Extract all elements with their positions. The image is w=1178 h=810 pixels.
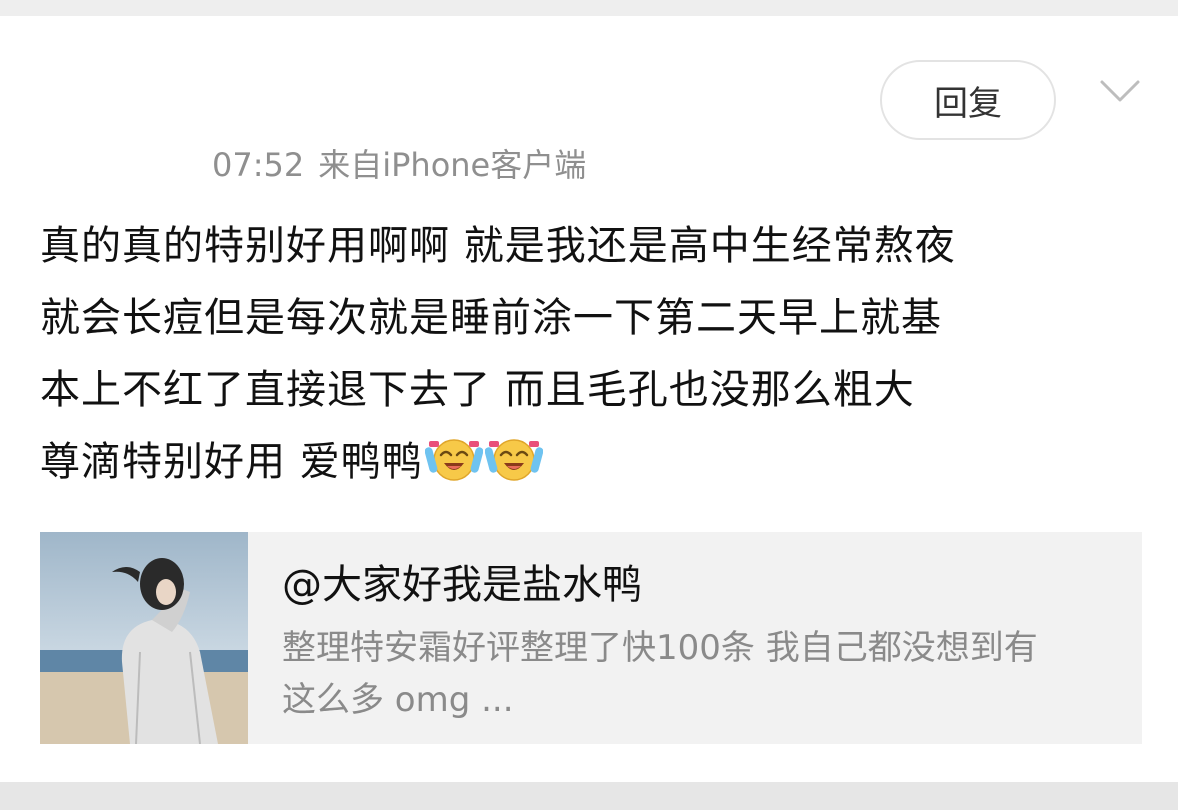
laugh-cry-emoji-icon (424, 439, 483, 481)
bottom-strip (0, 782, 1178, 810)
post-meta: 07:52 来自iPhone客户端 (212, 140, 712, 190)
comment-line: 本上不红了直接退下去了 而且毛孔也没那么粗大 (40, 367, 915, 413)
quoted-username[interactable]: @大家好我是盐水鸭 (282, 552, 642, 610)
quoted-snippet-line: 整理特安霜好评整理了快100条 我自己都没想到有 (282, 628, 1038, 668)
comment-line: 就会长痘但是每次就是睡前涂一下第二天早上就基 (40, 295, 942, 341)
quoted-snippet: 整理特安霜好评整理了快100条 我自己都没想到有 这么多 omg ... (282, 622, 1122, 726)
quoted-post-card[interactable]: @大家好我是盐水鸭 整理特安霜好评整理了快100条 我自己都没想到有 这么多 o… (40, 532, 1142, 744)
reply-button[interactable]: 回复 (880, 60, 1056, 140)
laugh-cry-emoji-icon (484, 439, 543, 481)
post-source: 来自iPhone客户端 (318, 146, 587, 184)
comment-body: 真的真的特别好用啊啊 就是我还是高中生经常熬夜 就会长痘但是每次就是睡前涂一下第… (40, 210, 1140, 498)
chevron-down-icon[interactable] (1098, 72, 1142, 108)
quoted-snippet-line: 这么多 omg ... (282, 680, 514, 720)
post-time: 07:52 (212, 146, 305, 184)
top-strip (0, 0, 1178, 16)
comment-line-text: 尊滴特别好用 爱鸭鸭 (40, 439, 423, 485)
comment-line-last: 尊滴特别好用 爱鸭鸭 (40, 426, 1140, 498)
quoted-post-thumbnail (40, 532, 248, 744)
comment-line: 真的真的特别好用啊啊 就是我还是高中生经常熬夜 (40, 223, 956, 269)
